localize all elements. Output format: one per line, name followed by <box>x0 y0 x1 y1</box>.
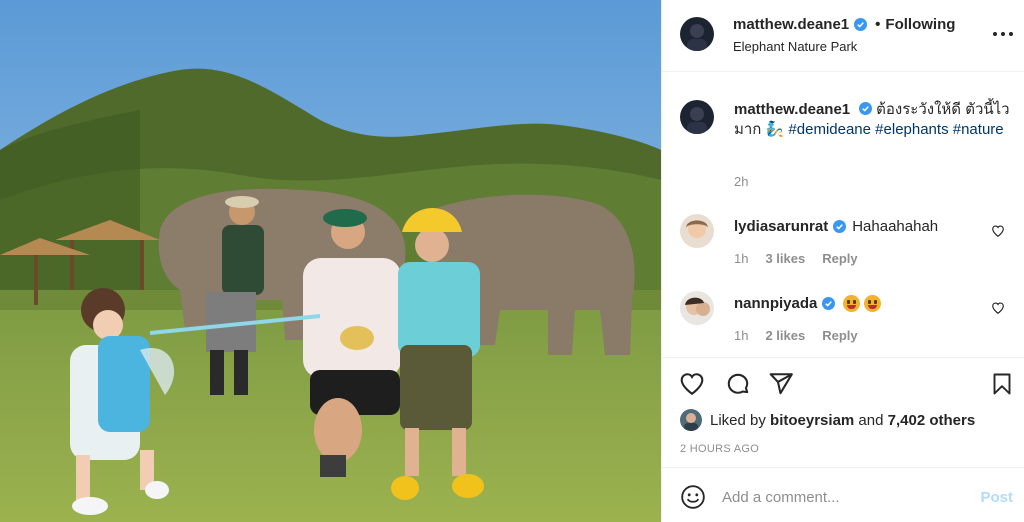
liked-by-user[interactable]: bitoeyrsiam <box>770 412 854 429</box>
author-username[interactable]: matthew.deane1 <box>733 16 849 33</box>
heart-icon[interactable] <box>678 370 706 398</box>
post-photo[interactable] <box>0 0 661 522</box>
comment-meta: 1h 3 likes Reply <box>734 251 858 266</box>
add-comment-input[interactable] <box>722 483 962 511</box>
caption-text-block: matthew.deane1 ต้องระวังให้ดี ตัวนี้ไวมาก… <box>734 100 1014 140</box>
comment-meta: 1h 2 likes Reply <box>734 328 858 343</box>
post-comment-button[interactable]: Post <box>980 489 1013 506</box>
caption-timestamp: 2h <box>734 174 749 189</box>
tongue-emoji-icon <box>843 295 861 312</box>
hashtag-link[interactable]: #nature <box>953 121 1004 138</box>
author-avatar[interactable] <box>680 17 714 51</box>
location-link[interactable]: Elephant Nature Park <box>733 39 857 54</box>
separator-dot: • <box>875 16 881 33</box>
verified-badge-icon <box>859 102 873 115</box>
comment-line: lydiasarunrat Hahaahahah <box>734 218 938 235</box>
comment-likes[interactable]: 2 likes <box>765 328 805 343</box>
commenter-username[interactable]: nannpiyada <box>734 295 817 312</box>
following-button[interactable]: Following <box>885 16 955 33</box>
comment-time: 1h <box>734 328 749 343</box>
comment-item: nannpiyada 1h 2 likes Reply <box>662 291 1024 353</box>
emoji-picker-icon[interactable] <box>680 484 706 510</box>
like-comment-heart-icon[interactable] <box>991 301 1005 315</box>
add-comment-bar: Post <box>662 467 1024 522</box>
comment-text: Hahaahahah <box>852 218 939 235</box>
liker-avatar[interactable] <box>680 409 702 431</box>
header-username-row: matthew.deane1 • Following <box>733 16 955 33</box>
comment-line: nannpiyada <box>734 295 882 312</box>
share-icon[interactable] <box>767 370 795 398</box>
more-options-icon[interactable] <box>993 24 1013 44</box>
liked-by-others[interactable]: 7,402 others <box>888 412 976 429</box>
hashtag-link[interactable]: #elephants <box>875 121 948 138</box>
hashtag-link[interactable]: #demideane <box>788 121 871 138</box>
liked-by-and: and <box>854 411 888 429</box>
post-header: matthew.deane1 • Following Elephant Natu… <box>662 0 1024 72</box>
photo-illustration <box>0 0 661 522</box>
comment-item: lydiasarunrat Hahaahahah 1h 3 likes Repl… <box>662 214 1024 276</box>
post-actions: Liked by bitoeyrsiam and 7,402 others 2 … <box>662 357 1024 467</box>
comment-icon[interactable] <box>724 370 752 398</box>
like-comment-heart-icon[interactable] <box>991 224 1005 238</box>
liked-by-summary: Liked by bitoeyrsiam and 7,402 others <box>680 409 975 431</box>
commenter-avatar[interactable] <box>680 291 714 325</box>
liked-by-prefix: Liked by <box>710 411 771 429</box>
tongue-emoji-icon <box>864 295 882 312</box>
caption-author-avatar[interactable] <box>680 100 714 134</box>
verified-badge-icon <box>833 220 847 233</box>
verified-badge-icon <box>854 18 868 31</box>
post-time-ago[interactable]: 2 HOURS AGO <box>680 443 759 455</box>
reply-button[interactable]: Reply <box>822 251 857 266</box>
comment-likes[interactable]: 3 likes <box>765 251 805 266</box>
post-details-panel: matthew.deane1 • Following Elephant Natu… <box>661 0 1024 522</box>
comment-time: 1h <box>734 251 749 266</box>
commenter-avatar[interactable] <box>680 214 714 248</box>
caption-username[interactable]: matthew.deane1 <box>734 101 850 118</box>
commenter-username[interactable]: lydiasarunrat <box>734 218 828 235</box>
bookmark-icon[interactable] <box>988 370 1016 398</box>
verified-badge-icon <box>822 297 836 310</box>
reply-button[interactable]: Reply <box>822 328 857 343</box>
